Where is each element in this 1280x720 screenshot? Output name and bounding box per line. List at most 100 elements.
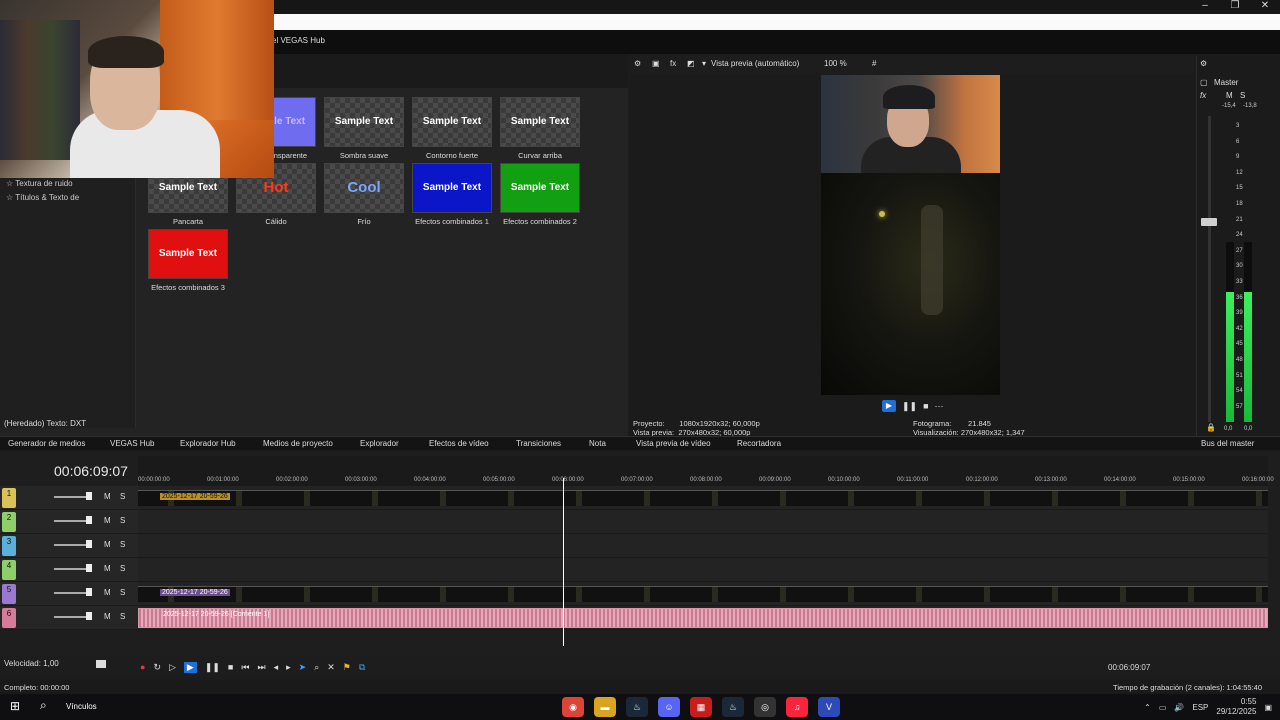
track-mute-button[interactable]: M bbox=[104, 612, 111, 621]
go-start-icon[interactable]: ⏮ bbox=[241, 662, 249, 673]
track-lane[interactable] bbox=[138, 534, 1268, 558]
track-header[interactable]: 1 MS bbox=[0, 486, 138, 510]
pause-icon[interactable]: ❚❚ bbox=[205, 662, 220, 673]
maximize-button[interactable]: ❐ bbox=[1220, 0, 1250, 14]
track-lane[interactable] bbox=[138, 510, 1268, 534]
preset-thumbnail[interactable]: Sample Text bbox=[324, 97, 404, 147]
marker-icon[interactable]: ⚑ bbox=[343, 662, 351, 673]
windows-start-icon[interactable]: ⊞ bbox=[10, 699, 20, 713]
track-lane[interactable] bbox=[138, 558, 1268, 582]
audio-clip[interactable]: 2025-12-17 20-59-26 [Corriente 1] bbox=[138, 608, 1268, 628]
track-header[interactable]: 2 MS bbox=[0, 510, 138, 534]
track-solo-button[interactable]: S bbox=[120, 588, 125, 597]
language-indicator[interactable]: ESP bbox=[1192, 703, 1208, 712]
tree-item-noise[interactable]: ☆ Textura de ruido bbox=[6, 179, 73, 188]
preset-thumbnail[interactable]: Sample Text bbox=[412, 97, 492, 147]
tab-explorer[interactable]: Explorador bbox=[360, 439, 399, 448]
clock[interactable]: 0:55 29/12/2025 bbox=[1216, 697, 1256, 717]
master-checkbox[interactable]: ▢ bbox=[1200, 78, 1208, 87]
chrome-icon[interactable]: ◉ bbox=[562, 697, 584, 717]
delete-icon[interactable]: ✕ bbox=[327, 662, 335, 673]
track-lane[interactable]: 2025-12-17 20-59-26 bbox=[138, 582, 1268, 606]
tab-media-generator[interactable]: Generador de medios bbox=[8, 439, 85, 448]
track-mute-button[interactable]: M bbox=[104, 492, 111, 501]
preset-thumbnail[interactable]: Sample Text bbox=[500, 163, 580, 213]
track-volume-handle[interactable] bbox=[86, 516, 92, 524]
track-volume-slider[interactable] bbox=[54, 496, 86, 498]
track-volume-handle[interactable] bbox=[86, 540, 92, 548]
preset-thumbnail[interactable]: Sample Text bbox=[148, 229, 228, 279]
track-header[interactable]: 4 MS bbox=[0, 558, 138, 582]
zoom-dropdown[interactable]: 100 % bbox=[824, 59, 847, 68]
track-volume-handle[interactable] bbox=[86, 588, 92, 596]
track-volume-slider[interactable] bbox=[54, 592, 86, 594]
music-icon[interactable]: ♫ bbox=[786, 697, 808, 717]
split-icon[interactable]: ◩ bbox=[687, 59, 695, 68]
track-header[interactable]: 5 MS bbox=[0, 582, 138, 606]
tab-transitions[interactable]: Transiciones bbox=[516, 439, 561, 448]
track-solo-button[interactable]: S bbox=[120, 564, 125, 573]
track-volume-slider[interactable] bbox=[54, 616, 86, 618]
video-clip[interactable]: 2025-12-17 20-59-26 bbox=[138, 586, 1268, 602]
prev-frame-icon[interactable]: ◂ bbox=[274, 662, 279, 673]
master-solo-button[interactable]: S bbox=[1240, 91, 1245, 100]
taskbar-search-text[interactable]: Vínculos bbox=[66, 702, 97, 711]
zoom-icon[interactable]: ⌕ bbox=[314, 662, 319, 673]
lock-icon[interactable]: 🔒 bbox=[1206, 423, 1216, 432]
track-solo-button[interactable]: S bbox=[120, 492, 125, 501]
more-icon[interactable]: ⋯ bbox=[935, 400, 944, 412]
track-header[interactable]: 3 MS bbox=[0, 534, 138, 558]
fx-icon[interactable]: fx bbox=[670, 59, 676, 68]
track-solo-button[interactable]: S bbox=[120, 516, 125, 525]
playhead[interactable] bbox=[563, 478, 564, 646]
steam-icon-2[interactable]: ♨ bbox=[722, 697, 744, 717]
preset-thumbnail[interactable]: Sample Text bbox=[412, 163, 492, 213]
track-mute-button[interactable]: M bbox=[104, 588, 111, 597]
track-volume-handle[interactable] bbox=[86, 492, 92, 500]
dropdown-arrow-icon[interactable]: ▾ bbox=[702, 59, 706, 68]
minimize-button[interactable]: – bbox=[1190, 0, 1220, 14]
track-volume-handle[interactable] bbox=[86, 564, 92, 572]
tab-video-preview[interactable]: Vista previa de vídeo bbox=[636, 439, 711, 448]
track-lane[interactable]: 2025-12-17 20-59-26 bbox=[138, 486, 1268, 510]
tab-hub-explorer[interactable]: Explorador Hub bbox=[180, 439, 236, 448]
vegas-icon[interactable]: V bbox=[818, 697, 840, 717]
pause-icon[interactable]: ❚❚ bbox=[902, 400, 917, 412]
track-mute-button[interactable]: M bbox=[104, 540, 111, 549]
tree-item-titles[interactable]: ☆ Títulos & Texto de bbox=[6, 193, 79, 202]
gear-icon[interactable]: ⚙ bbox=[634, 59, 641, 68]
track-volume-handle[interactable] bbox=[86, 612, 92, 620]
go-end-icon[interactable]: ⏭ bbox=[257, 662, 265, 673]
tab-trimmer[interactable]: Recortadora bbox=[737, 439, 781, 448]
voicemeeter-icon[interactable]: ▦ bbox=[690, 697, 712, 717]
steam-icon[interactable]: ♨ bbox=[626, 697, 648, 717]
grid-icon[interactable]: # bbox=[872, 59, 876, 68]
stop-icon[interactable]: ■ bbox=[923, 400, 928, 412]
volume-icon[interactable]: 🔊 bbox=[1174, 703, 1184, 712]
window-icon[interactable]: ▣ bbox=[652, 59, 660, 68]
notification-icon[interactable]: ▣ bbox=[1264, 703, 1272, 712]
video-clip[interactable]: 2025-12-17 20-59-26 bbox=[138, 490, 1268, 506]
close-button[interactable]: ✕ bbox=[1250, 0, 1280, 14]
folder-icon[interactable]: ▬ bbox=[594, 697, 616, 717]
track-volume-slider[interactable] bbox=[54, 568, 86, 570]
track-solo-button[interactable]: S bbox=[120, 612, 125, 621]
preview-quality-dropdown[interactable]: Vista previa (automático) bbox=[711, 59, 799, 68]
play-from-start-icon[interactable]: ▷ bbox=[169, 662, 176, 673]
gear-icon[interactable]: ⚙ bbox=[1200, 59, 1207, 68]
next-frame-icon[interactable]: ▸ bbox=[286, 662, 291, 673]
track-header[interactable]: 6 MS bbox=[0, 606, 138, 630]
track-mute-button[interactable]: M bbox=[104, 516, 111, 525]
record-icon[interactable]: ● bbox=[140, 662, 145, 673]
play-icon[interactable]: ▶ bbox=[882, 400, 896, 412]
tab-project-media[interactable]: Medios de proyecto bbox=[263, 439, 333, 448]
tab-notes[interactable]: Nota bbox=[589, 439, 606, 448]
tab-video-fx[interactable]: Efectos de vídeo bbox=[429, 439, 489, 448]
track-lane[interactable]: 2025-12-17 20-59-26 [Corriente 1] bbox=[138, 606, 1268, 630]
obs-icon[interactable]: ◎ bbox=[754, 697, 776, 717]
track-mute-button[interactable]: M bbox=[104, 564, 111, 573]
master-mute-button[interactable]: M bbox=[1226, 91, 1233, 100]
preset-thumbnail[interactable]: Cool bbox=[324, 163, 404, 213]
preset-thumbnail[interactable]: Sample Text bbox=[500, 97, 580, 147]
loop-icon[interactable]: ↻ bbox=[153, 662, 161, 673]
